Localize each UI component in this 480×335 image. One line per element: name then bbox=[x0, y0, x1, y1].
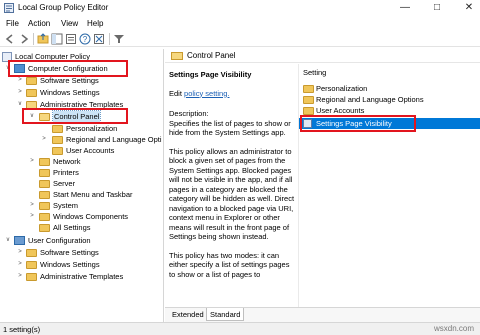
folder-icon bbox=[39, 158, 50, 166]
folder-icon bbox=[52, 125, 63, 133]
menu-action[interactable]: Action bbox=[28, 19, 50, 28]
description-title: Settings Page Visibility bbox=[169, 70, 252, 79]
edit-line: Edit policy setting. bbox=[169, 88, 230, 98]
tree-pane: Local Computer Policy ∨ Computer Configu… bbox=[0, 49, 164, 322]
folder-icon bbox=[26, 261, 37, 269]
highlight-computer-configuration bbox=[8, 60, 128, 77]
folder-icon bbox=[303, 107, 314, 115]
svg-text:?: ? bbox=[83, 35, 88, 44]
user-icon bbox=[14, 236, 25, 245]
content-header: Control Panel bbox=[165, 49, 480, 63]
toolbar-divider bbox=[109, 33, 110, 45]
folder-icon bbox=[303, 96, 314, 104]
forward-icon[interactable] bbox=[18, 33, 30, 45]
description-panel: Settings Page Visibility Edit policy set… bbox=[165, 64, 297, 307]
view-tabs: Extended Standard bbox=[165, 307, 480, 322]
folder-icon bbox=[303, 85, 314, 93]
folder-icon bbox=[39, 169, 50, 177]
highlight-settings-page-visibility bbox=[300, 115, 416, 132]
description-text-2: This policy allows an administrator to b… bbox=[169, 146, 295, 242]
show-hide-tree-icon[interactable] bbox=[51, 33, 63, 45]
folder-icon bbox=[171, 52, 183, 60]
description-text-3: This policy has two modes: it can either… bbox=[169, 250, 290, 279]
properties-icon[interactable] bbox=[65, 33, 77, 45]
menu-view[interactable]: View bbox=[61, 19, 78, 28]
folder-icon bbox=[26, 249, 37, 257]
chevron-right-icon[interactable]: > bbox=[16, 259, 24, 270]
folder-icon bbox=[52, 136, 63, 144]
tab-extended[interactable]: Extended bbox=[169, 308, 207, 321]
list-item-personalization[interactable]: Personalization bbox=[299, 83, 480, 94]
folder-icon bbox=[52, 147, 63, 155]
minimize-button[interactable]: — bbox=[390, 0, 420, 16]
status-bar: 1 setting(s) wsxdn.com bbox=[0, 322, 480, 335]
help-icon[interactable]: ? bbox=[79, 33, 91, 45]
edit-policy-link[interactable]: policy setting. bbox=[184, 89, 229, 98]
menu-bar: File Action View Help bbox=[0, 16, 480, 30]
close-button[interactable]: ✕ bbox=[454, 0, 480, 16]
chevron-down-icon[interactable]: ∨ bbox=[4, 235, 12, 246]
window-title: Local Group Policy Editor bbox=[18, 3, 109, 12]
toolbar: ? bbox=[0, 31, 480, 47]
menu-file[interactable]: File bbox=[6, 19, 19, 28]
content-pane: Control Panel Settings Page Visibility E… bbox=[165, 49, 480, 322]
list-item-regional-language[interactable]: Regional and Language Options bbox=[299, 94, 480, 105]
chevron-right-icon[interactable]: > bbox=[16, 271, 24, 282]
folder-icon bbox=[39, 180, 50, 188]
export-list-icon[interactable] bbox=[93, 33, 105, 45]
description-label: Description: bbox=[169, 109, 209, 118]
watermark: wsxdn.com bbox=[433, 324, 474, 333]
tab-standard[interactable]: Standard bbox=[206, 308, 245, 321]
folder-icon bbox=[39, 213, 50, 221]
folder-icon bbox=[26, 89, 37, 97]
folder-icon bbox=[26, 273, 37, 281]
description-text-1: Specifies the list of pages to show or h… bbox=[169, 118, 291, 138]
filter-icon[interactable] bbox=[113, 33, 125, 45]
content-header-title: Control Panel bbox=[187, 51, 236, 60]
title-bar: Local Group Policy Editor — □ ✕ bbox=[0, 0, 480, 16]
chevron-right-icon[interactable]: > bbox=[16, 87, 24, 98]
highlight-control-panel bbox=[22, 108, 128, 124]
back-icon[interactable] bbox=[4, 33, 16, 45]
policy-editor-icon bbox=[4, 3, 14, 13]
chevron-right-icon[interactable]: > bbox=[16, 247, 24, 258]
settings-list: Setting Personalization Regional and Lan… bbox=[298, 64, 480, 307]
chevron-right-icon[interactable]: > bbox=[28, 156, 36, 167]
chevron-right-icon[interactable]: > bbox=[40, 134, 48, 145]
chevron-right-icon[interactable]: > bbox=[28, 200, 36, 211]
folder-icon bbox=[26, 77, 37, 85]
folder-icon bbox=[39, 191, 50, 199]
menu-help[interactable]: Help bbox=[87, 19, 103, 28]
status-text: 1 setting(s) bbox=[3, 325, 41, 334]
maximize-button[interactable]: □ bbox=[422, 0, 452, 16]
folder-icon bbox=[39, 224, 50, 232]
chevron-right-icon[interactable]: > bbox=[28, 211, 36, 222]
up-folder-icon[interactable] bbox=[37, 33, 49, 45]
folder-icon bbox=[39, 202, 50, 210]
column-header-setting[interactable]: Setting bbox=[299, 68, 480, 80]
toolbar-divider bbox=[33, 33, 34, 45]
